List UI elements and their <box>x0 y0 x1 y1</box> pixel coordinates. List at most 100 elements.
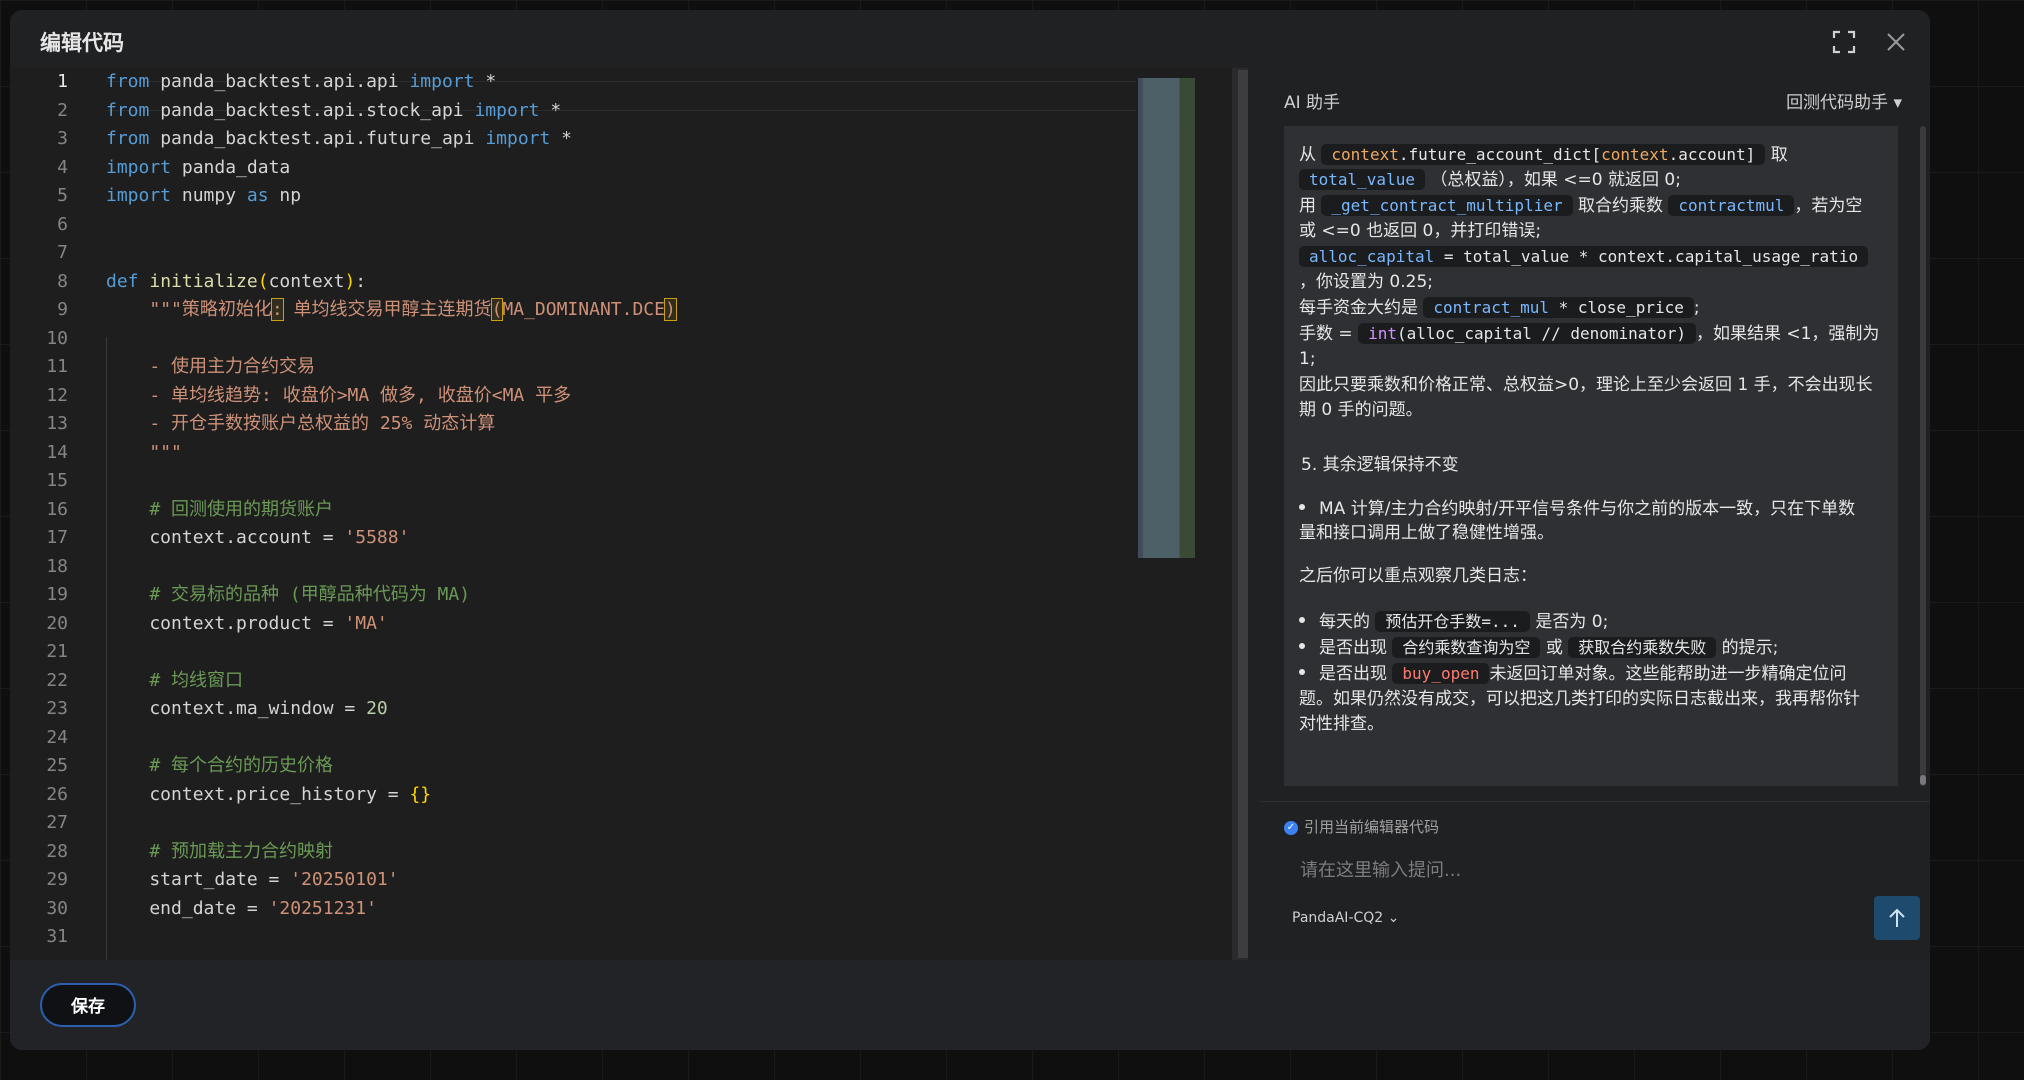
code-line[interactable]: context.price_history = {} <box>106 781 431 810</box>
message-line: 手数 = int(alloc_capital // denominator) ，如… <box>1299 323 1880 344</box>
line-number: 12 <box>46 384 68 406</box>
code-line[interactable]: context.product = 'MA' <box>106 610 387 639</box>
line-number: 17 <box>46 527 68 548</box>
code-line[interactable]: import panda_data <box>106 154 290 183</box>
line-number: 13 <box>46 413 68 434</box>
inline-code: 合约乘数查询为空 <box>1392 637 1541 658</box>
line-number: 14 <box>46 441 68 463</box>
line-number: 2 <box>57 99 68 121</box>
model-select[interactable]: PandaAI-CQ2 ⌄ <box>1292 910 1399 926</box>
line-number: 29 <box>46 869 68 890</box>
code-line[interactable]: start_date = '20250101' <box>106 866 398 895</box>
message-line: 或 <=0 也返回 0，并打印错误; <box>1299 221 1542 241</box>
editor-scrollbar-thumb[interactable] <box>1238 70 1248 958</box>
section-heading: 5. 其余逻辑保持不变 <box>1301 455 1459 475</box>
code-line[interactable]: # 每个合约的历史价格 <box>106 752 333 781</box>
code-line[interactable]: from panda_backtest.api.api import * <box>106 68 496 97</box>
inline-code: context.future_account_dict[context.acco… <box>1321 144 1766 165</box>
line-number: 11 <box>46 356 68 377</box>
line-number: 30 <box>46 897 68 919</box>
line-number: 6 <box>57 213 68 235</box>
inline-code: _get_contract_multiplier <box>1321 195 1573 216</box>
code-line[interactable]: - 使用主力合约交易 <box>106 353 315 382</box>
modal-header: 编辑代码 <box>10 10 1930 68</box>
code-line[interactable]: def initialize(context): <box>106 268 366 297</box>
line-number: 8 <box>57 270 68 292</box>
message-line: 每手资金大约是 contract_mul * close_price; <box>1299 297 1700 318</box>
message-line: 用 _get_contract_multiplier 取合约乘数 contrac… <box>1299 195 1863 216</box>
line-number: 26 <box>46 783 68 805</box>
line-number: 31 <box>46 926 68 947</box>
ai-assistant-panel: AI 助手 回测代码助手 ▾ 从 context.future_account_… <box>1260 68 1930 960</box>
line-number: 21 <box>46 641 68 662</box>
message-line: 期 0 手的问题。 <box>1299 400 1423 420</box>
assistant-mode-dropdown[interactable]: 回测代码助手 ▾ <box>1786 88 1902 113</box>
line-number: 5 <box>57 185 68 206</box>
message-line: ，你设置为 0.25; <box>1299 272 1433 292</box>
code-line[interactable]: # 预加载主力合约映射 <box>106 838 333 867</box>
send-button[interactable] <box>1874 896 1920 940</box>
arrow-up-icon <box>1889 908 1905 927</box>
inline-code: int(alloc_capital // denominator) <box>1358 323 1696 344</box>
cite-editor-code-checkbox[interactable]: ✓ 引用当前编辑器代码 <box>1284 816 1439 837</box>
code-line[interactable]: context.account = '5588' <box>106 524 409 553</box>
line-number: 25 <box>46 755 68 776</box>
modal-footer: 保存 <box>10 960 1930 1050</box>
modal-title: 编辑代码 <box>40 31 124 55</box>
message-line: 之后你可以重点观察几类日志： <box>1299 566 1537 586</box>
inline-code: 预估开仓手数=... <box>1375 611 1530 632</box>
line-number: 28 <box>46 840 68 862</box>
line-number: 20 <box>46 612 68 634</box>
message-list[interactable]: 从 context.future_account_dict[context.ac… <box>1284 126 1918 786</box>
line-number: 9 <box>57 299 68 320</box>
list-item: 是否出现 合约乘数查询为空 或 获取合约乘数失败 的提示; <box>1299 635 1778 661</box>
bullet-icon <box>1299 617 1305 623</box>
code-line[interactable]: """策略初始化: 单均线交易甲醇主连期货(MA_DOMINANT.DCE) <box>106 296 677 325</box>
inline-code: 获取合约乘数失败 <box>1568 637 1717 658</box>
list-item: 每天的 预估开仓手数=... 是否为 0; <box>1299 609 1608 635</box>
code-line[interactable]: from panda_backtest.api.future_api impor… <box>106 125 572 154</box>
fullscreen-icon[interactable] <box>1832 30 1856 54</box>
message-line: 对性排查。 <box>1299 714 1384 734</box>
code-line[interactable]: - 开仓手数按账户总权益的 25% 动态计算 <box>106 410 495 439</box>
prompt-input[interactable] <box>1298 854 1862 886</box>
message-line: 量和接口调用上做了稳健性增强。 <box>1299 523 1554 543</box>
message-line: total_value （总权益），如果 <=0 就返回 0; <box>1299 167 1681 193</box>
line-number: 22 <box>46 669 68 691</box>
line-number: 15 <box>46 470 68 491</box>
line-number: 27 <box>46 812 68 833</box>
line-number: 3 <box>57 128 68 149</box>
code-line[interactable]: context.ma_window = 20 <box>106 695 387 724</box>
divider <box>1260 801 1930 802</box>
code-line[interactable]: # 回测使用的期货账户 <box>106 496 333 525</box>
line-number: 4 <box>57 156 68 178</box>
code-line[interactable]: - 单均线趋势: 收盘价>MA 做多, 收盘价<MA 平多 <box>106 382 571 411</box>
assistant-header: AI 助手 回测代码助手 ▾ <box>1260 68 1930 126</box>
code-line[interactable]: import numpy as np <box>106 182 301 211</box>
message-line: 题。如果仍然没有成交，可以把这几类打印的实际日志截出来，我再帮你针 <box>1299 689 1860 709</box>
code-editor-modal: 编辑代码 1 2 3 4 5 6 7 8 9 10 11 12 13 14 15 16 17 18 19 20 21 22… <box>10 10 1930 1050</box>
bullet-icon <box>1299 643 1305 649</box>
code-content[interactable]: from panda_backtest.api.api import * fro… <box>106 68 1136 960</box>
save-button[interactable]: 保存 <box>40 983 136 1027</box>
code-line[interactable]: # 均线窗口 <box>106 667 243 696</box>
code-line[interactable]: # 交易标的品种 (甲醇品种代码为 MA) <box>106 581 470 610</box>
line-number: 7 <box>57 242 68 263</box>
line-number: 23 <box>46 698 68 719</box>
line-number: 24 <box>46 726 68 748</box>
check-icon: ✓ <box>1284 820 1298 835</box>
code-line[interactable]: """ <box>106 439 182 468</box>
message-scrollbar[interactable] <box>1920 126 1926 786</box>
list-item: MA 计算/主力合约映射/开平信号条件与你之前的版本一致，只在下单数 <box>1299 496 1855 522</box>
message-line: alloc_capital = total_value * context.ca… <box>1299 244 1869 270</box>
code-line[interactable]: end_date = '20251231' <box>106 895 377 924</box>
line-number: 16 <box>46 498 68 520</box>
list-item: 是否出现 buy_open 未返回订单对象。这些能帮助进一步精确定位问 <box>1299 661 1846 687</box>
close-icon[interactable] <box>1884 30 1908 54</box>
code-line[interactable]: from panda_backtest.api.stock_api import… <box>106 97 561 126</box>
message-scrollbar-thumb[interactable] <box>1920 775 1926 785</box>
code-editor[interactable]: 1 2 3 4 5 6 7 8 9 10 11 12 13 14 15 16 17 18 19 20 21 22 23 24 2… <box>10 68 1232 960</box>
inline-code: contract_mul * close_price <box>1423 297 1694 318</box>
inline-code: alloc_capital = total_value * context.ca… <box>1299 246 1869 267</box>
minimap[interactable] <box>1138 78 1232 558</box>
